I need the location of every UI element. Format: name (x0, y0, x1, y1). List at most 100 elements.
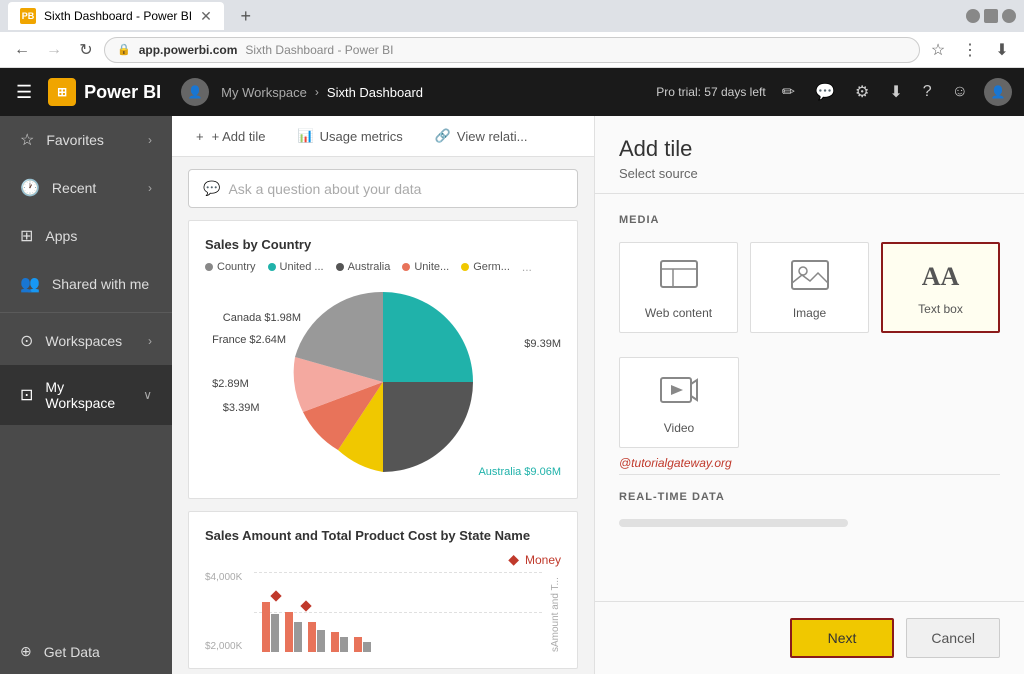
tab-favicon: PB (20, 8, 36, 24)
help-icon[interactable]: ? (919, 79, 936, 105)
tab-title: Sixth Dashboard - Power BI (44, 9, 192, 23)
forward-button[interactable]: → (40, 36, 68, 64)
bar-3b (317, 630, 325, 652)
video-icon (659, 374, 699, 411)
label-2-89: $2.89M (212, 378, 249, 390)
related-icon: 🔗 (435, 128, 451, 144)
chat-icon[interactable]: 💬 (811, 78, 839, 106)
address-bar[interactable]: 🔒 app.powerbi.com Sixth Dashboard - Powe… (104, 37, 920, 63)
app-layout: ☰ ⊞ Power BI 👤 My Workspace › Sixth Dash… (0, 68, 1024, 674)
bar-2a (285, 612, 293, 652)
tab-close-icon[interactable]: ✕ (200, 8, 212, 25)
bar-group-1 (262, 602, 279, 652)
video-icon-svg (659, 374, 699, 406)
next-button[interactable]: Next (790, 618, 895, 658)
logo-text: Power BI (84, 82, 161, 103)
main-area: ☆ Favorites › 🕐 Recent › ⊞ Apps 👥 Shared… (0, 116, 1024, 674)
settings-icon[interactable]: ⋮ (956, 36, 984, 64)
bar-2b (294, 622, 302, 652)
chart-legend: Country United ... Australia (205, 260, 561, 274)
legend-united: United ... (268, 261, 324, 273)
sidebar-label-shared: Shared with me (52, 276, 149, 292)
browser-controls: ← → ↻ 🔒 app.powerbi.com Sixth Dashboard … (0, 32, 1024, 68)
myworkspace-chevron: ∨ (143, 388, 152, 402)
legend-country: Country (205, 261, 256, 273)
feedback-icon[interactable]: ☺ (948, 79, 972, 105)
sidebar-item-recent[interactable]: 🕐 Recent › (0, 164, 172, 212)
bar-5b (363, 642, 371, 652)
bar-chart-area (254, 572, 542, 652)
legend-dot-united (268, 263, 276, 271)
sidebar-item-apps[interactable]: ⊞ Apps (0, 212, 172, 260)
workspaces-icon: ⊙ (20, 331, 33, 351)
add-tile-button[interactable]: + + Add tile (188, 125, 273, 148)
bars-container (254, 602, 542, 652)
usage-metrics-button[interactable]: 📊 Usage metrics (289, 124, 410, 148)
legend-label-australia: Australia (348, 261, 391, 273)
sidebar-item-shared[interactable]: 👥 Shared with me (0, 260, 172, 308)
legend-dot-country (205, 263, 213, 271)
bar-1a (262, 602, 270, 652)
add-icon: + (196, 129, 204, 144)
video-card[interactable]: Video (619, 357, 739, 448)
legend-dot-unite (402, 263, 410, 271)
refresh-button[interactable]: ↻ (72, 36, 100, 64)
back-button[interactable]: ← (8, 36, 36, 64)
favorites-icon: ☆ (20, 130, 34, 150)
workspace-link[interactable]: My Workspace (221, 85, 307, 100)
sidebar-item-myworkspace[interactable]: ⊡ My Workspace ∨ (0, 365, 172, 425)
legend-label-unite: Unite... (414, 261, 449, 273)
label-3-39: $3.39M (223, 402, 260, 414)
user-account-icon[interactable]: 👤 (984, 78, 1012, 106)
text-box-card[interactable]: AA Text box (881, 242, 1000, 333)
address-path: Sixth Dashboard - Power BI (245, 43, 393, 57)
panel-title: Add tile (619, 136, 1000, 162)
hamburger-menu[interactable]: ☰ (12, 78, 36, 107)
window-maximize[interactable] (984, 9, 998, 23)
nav-right: Pro trial: 57 days left ✏ 💬 ⚙ ⬇ ? ☺ 👤 (656, 78, 1012, 106)
sidebar-item-workspaces[interactable]: ⊙ Workspaces › (0, 317, 172, 365)
apps-icon: ⊞ (20, 226, 33, 246)
web-content-card[interactable]: Web content (619, 242, 738, 333)
grid-line-top (254, 572, 542, 573)
sidebar-label-apps: Apps (45, 228, 77, 244)
window-close[interactable] (1002, 9, 1016, 23)
legend-australia: Australia (336, 261, 391, 273)
sidebar-item-favorites[interactable]: ☆ Favorites › (0, 116, 172, 164)
sidebar-divider (0, 312, 172, 313)
download-icon[interactable]: ⬇ (988, 36, 1016, 64)
browser-tab[interactable]: PB Sixth Dashboard - Power BI ✕ (8, 2, 224, 30)
window-minimize[interactable] (966, 9, 980, 23)
legend-unite: Unite... (402, 261, 449, 273)
diamond-1 (271, 590, 282, 601)
browser-titlebar: PB Sixth Dashboard - Power BI ✕ + (0, 0, 1024, 32)
metrics-icon: 📊 (297, 128, 313, 144)
nav-account-icon[interactable]: 👤 (181, 78, 209, 106)
sales-by-country-tile: Sales by Country Country United ... (188, 220, 578, 499)
bookmark-icon[interactable]: ☆ (924, 36, 952, 64)
sidebar-get-data[interactable]: ⊕ Get Data (0, 629, 172, 674)
view-related-button[interactable]: 🔗 View relati... (427, 124, 536, 148)
download-nav-icon[interactable]: ⬇ (885, 78, 906, 106)
sales-state-tile: Sales Amount and Total Product Cost by S… (188, 511, 578, 669)
media-grid: Web content Image (619, 242, 1000, 333)
image-card[interactable]: Image (750, 242, 869, 333)
question-bar[interactable]: 💬 Ask a question about your data (188, 169, 578, 208)
settings-gear-icon[interactable]: ⚙ (851, 78, 873, 106)
new-tab-button[interactable]: + (232, 2, 260, 30)
legend-label-country: Country (217, 261, 256, 273)
bar-1b (271, 614, 279, 652)
bar-chart-body: $4,000K $2,000K (205, 572, 561, 652)
panel-body: MEDIA Web content (595, 194, 1024, 601)
web-icon-svg (659, 259, 699, 289)
logo-icon: ⊞ (48, 78, 76, 106)
add-tile-label: + Add tile (212, 129, 266, 144)
y-axis: $4,000K $2,000K (205, 572, 246, 652)
edit-icon[interactable]: ✏ (778, 78, 799, 106)
recent-icon: 🕐 (20, 178, 40, 198)
cancel-button[interactable]: Cancel (906, 618, 1000, 658)
bar-5a (354, 637, 362, 652)
watermark: @tutorialgateway.org (619, 456, 1000, 470)
dashboard-link[interactable]: Sixth Dashboard (327, 85, 423, 100)
pie-chart-area: Country United ... Australia (205, 260, 561, 482)
